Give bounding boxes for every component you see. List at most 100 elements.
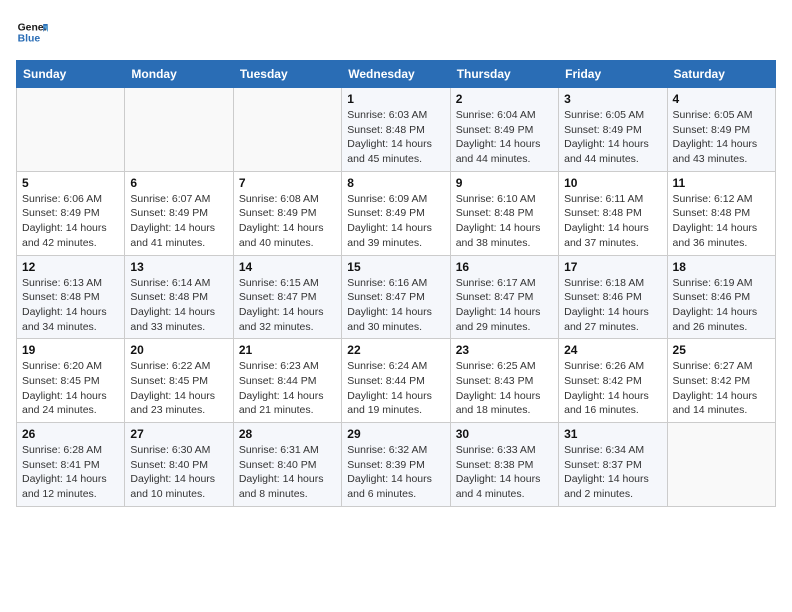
calendar-cell: 9 Sunrise: 6:10 AM Sunset: 8:48 PM Daylig… [450, 171, 558, 255]
calendar-cell: 13Sunrise: 6:14 AM Sunset: 8:48 PM Dayli… [125, 255, 233, 339]
day-info: Sunrise: 6:33 AM Sunset: 8:38 PM Dayligh… [456, 443, 553, 502]
day-number: 8 [347, 176, 444, 190]
day-number: 26 [22, 427, 119, 441]
calendar-cell [125, 88, 233, 172]
day-info: Sunrise: 6:03 AM Sunset: 8:48 PM Dayligh… [347, 108, 444, 167]
day-info: Sunrise: 6:23 AM Sunset: 8:44 PM Dayligh… [239, 359, 336, 418]
day-number: 1 [347, 92, 444, 106]
day-number: 30 [456, 427, 553, 441]
calendar-cell: 3Sunrise: 6:05 AM Sunset: 8:49 PM Daylig… [559, 88, 667, 172]
calendar-cell [17, 88, 125, 172]
day-number: 10 [564, 176, 661, 190]
day-number: 28 [239, 427, 336, 441]
calendar-cell: 22 Sunrise: 6:24 AM Sunset: 8:44 PM Dayli… [342, 339, 450, 423]
day-of-week-header: Wednesday [342, 61, 450, 88]
day-number: 5 [22, 176, 119, 190]
day-number: 14 [239, 260, 336, 274]
day-info: Sunrise: 6:28 AM Sunset: 8:41 PM Dayligh… [22, 443, 119, 502]
calendar-week-row: 26 Sunrise: 6:28 AM Sunset: 8:41 PM Dayli… [17, 423, 776, 507]
day-number: 7 [239, 176, 336, 190]
day-number: 29 [347, 427, 444, 441]
calendar-cell: 6Sunrise: 6:07 AM Sunset: 8:49 PM Daylig… [125, 171, 233, 255]
calendar-cell: 25 Sunrise: 6:27 AM Sunset: 8:42 PM Dayli… [667, 339, 775, 423]
calendar: SundayMondayTuesdayWednesdayThursdayFrid… [16, 60, 776, 507]
day-number: 15 [347, 260, 444, 274]
day-number: 2 [456, 92, 553, 106]
calendar-cell: 14 Sunrise: 6:15 AM Sunset: 8:47 PM Dayli… [233, 255, 341, 339]
day-info: Sunrise: 6:04 AM Sunset: 8:49 PM Dayligh… [456, 108, 553, 167]
day-info: Sunrise: 6:34 AM Sunset: 8:37 PM Dayligh… [564, 443, 661, 502]
day-number: 12 [22, 260, 119, 274]
day-info: Sunrise: 6:06 AM Sunset: 8:49 PM Dayligh… [22, 192, 119, 251]
calendar-cell: 31 Sunrise: 6:34 AM Sunset: 8:37 PM Dayli… [559, 423, 667, 507]
calendar-week-row: 12 Sunrise: 6:13 AM Sunset: 8:48 PM Dayli… [17, 255, 776, 339]
day-of-week-header: Sunday [17, 61, 125, 88]
calendar-cell: 26 Sunrise: 6:28 AM Sunset: 8:41 PM Dayli… [17, 423, 125, 507]
svg-text:Blue: Blue [18, 34, 41, 45]
day-info: Sunrise: 6:18 AM Sunset: 8:46 PM Dayligh… [564, 276, 661, 335]
day-number: 23 [456, 343, 553, 357]
calendar-cell: 18 Sunrise: 6:19 AM Sunset: 8:46 PM Dayli… [667, 255, 775, 339]
calendar-week-row: 19 Sunrise: 6:20 AM Sunset: 8:45 PM Dayli… [17, 339, 776, 423]
calendar-cell: 11 Sunrise: 6:12 AM Sunset: 8:48 PM Dayli… [667, 171, 775, 255]
day-number: 4 [673, 92, 770, 106]
day-number: 19 [22, 343, 119, 357]
day-info: Sunrise: 6:24 AM Sunset: 8:44 PM Dayligh… [347, 359, 444, 418]
day-of-week-header: Tuesday [233, 61, 341, 88]
day-number: 9 [456, 176, 553, 190]
calendar-week-row: 1 Sunrise: 6:03 AM Sunset: 8:48 PM Daylig… [17, 88, 776, 172]
day-number: 16 [456, 260, 553, 274]
day-info: Sunrise: 6:26 AM Sunset: 8:42 PM Dayligh… [564, 359, 661, 418]
page-header: General Blue [16, 16, 776, 48]
day-info: Sunrise: 6:09 AM Sunset: 8:49 PM Dayligh… [347, 192, 444, 251]
day-info: Sunrise: 6:08 AM Sunset: 8:49 PM Dayligh… [239, 192, 336, 251]
day-info: Sunrise: 6:11 AM Sunset: 8:48 PM Dayligh… [564, 192, 661, 251]
day-number: 11 [673, 176, 770, 190]
calendar-cell: 24 Sunrise: 6:26 AM Sunset: 8:42 PM Dayli… [559, 339, 667, 423]
day-of-week-header: Saturday [667, 61, 775, 88]
calendar-cell: 23 Sunrise: 6:25 AM Sunset: 8:43 PM Dayli… [450, 339, 558, 423]
calendar-cell: 2 Sunrise: 6:04 AM Sunset: 8:49 PM Daylig… [450, 88, 558, 172]
day-info: Sunrise: 6:22 AM Sunset: 8:45 PM Dayligh… [130, 359, 227, 418]
day-of-week-header: Friday [559, 61, 667, 88]
calendar-cell: 4 Sunrise: 6:05 AM Sunset: 8:49 PM Daylig… [667, 88, 775, 172]
day-of-week-header: Monday [125, 61, 233, 88]
day-info: Sunrise: 6:13 AM Sunset: 8:48 PM Dayligh… [22, 276, 119, 335]
calendar-cell: 8 Sunrise: 6:09 AM Sunset: 8:49 PM Daylig… [342, 171, 450, 255]
day-number: 17 [564, 260, 661, 274]
calendar-week-row: 5 Sunrise: 6:06 AM Sunset: 8:49 PM Daylig… [17, 171, 776, 255]
day-info: Sunrise: 6:07 AM Sunset: 8:49 PM Dayligh… [130, 192, 227, 251]
logo-icon: General Blue [16, 16, 48, 48]
calendar-cell: 21Sunrise: 6:23 AM Sunset: 8:44 PM Dayli… [233, 339, 341, 423]
calendar-cell: 30 Sunrise: 6:33 AM Sunset: 8:38 PM Dayli… [450, 423, 558, 507]
day-info: Sunrise: 6:15 AM Sunset: 8:47 PM Dayligh… [239, 276, 336, 335]
day-number: 18 [673, 260, 770, 274]
day-info: Sunrise: 6:05 AM Sunset: 8:49 PM Dayligh… [673, 108, 770, 167]
day-info: Sunrise: 6:27 AM Sunset: 8:42 PM Dayligh… [673, 359, 770, 418]
day-info: Sunrise: 6:10 AM Sunset: 8:48 PM Dayligh… [456, 192, 553, 251]
calendar-cell: 1 Sunrise: 6:03 AM Sunset: 8:48 PM Daylig… [342, 88, 450, 172]
day-info: Sunrise: 6:17 AM Sunset: 8:47 PM Dayligh… [456, 276, 553, 335]
day-number: 31 [564, 427, 661, 441]
day-of-week-header: Thursday [450, 61, 558, 88]
calendar-cell: 27 Sunrise: 6:30 AM Sunset: 8:40 PM Dayli… [125, 423, 233, 507]
day-info: Sunrise: 6:31 AM Sunset: 8:40 PM Dayligh… [239, 443, 336, 502]
calendar-cell: 19 Sunrise: 6:20 AM Sunset: 8:45 PM Dayli… [17, 339, 125, 423]
calendar-cell [667, 423, 775, 507]
day-number: 27 [130, 427, 227, 441]
day-number: 22 [347, 343, 444, 357]
calendar-cell: 5 Sunrise: 6:06 AM Sunset: 8:49 PM Daylig… [17, 171, 125, 255]
calendar-cell: 10 Sunrise: 6:11 AM Sunset: 8:48 PM Dayli… [559, 171, 667, 255]
day-info: Sunrise: 6:25 AM Sunset: 8:43 PM Dayligh… [456, 359, 553, 418]
day-number: 24 [564, 343, 661, 357]
calendar-cell: 28 Sunrise: 6:31 AM Sunset: 8:40 PM Dayli… [233, 423, 341, 507]
day-info: Sunrise: 6:30 AM Sunset: 8:40 PM Dayligh… [130, 443, 227, 502]
day-info: Sunrise: 6:20 AM Sunset: 8:45 PM Dayligh… [22, 359, 119, 418]
day-info: Sunrise: 6:19 AM Sunset: 8:46 PM Dayligh… [673, 276, 770, 335]
day-info: Sunrise: 6:14 AM Sunset: 8:48 PM Dayligh… [130, 276, 227, 335]
logo: General Blue [16, 16, 52, 48]
calendar-cell: 20Sunrise: 6:22 AM Sunset: 8:45 PM Dayli… [125, 339, 233, 423]
day-number: 25 [673, 343, 770, 357]
day-info: Sunrise: 6:12 AM Sunset: 8:48 PM Dayligh… [673, 192, 770, 251]
day-info: Sunrise: 6:16 AM Sunset: 8:47 PM Dayligh… [347, 276, 444, 335]
